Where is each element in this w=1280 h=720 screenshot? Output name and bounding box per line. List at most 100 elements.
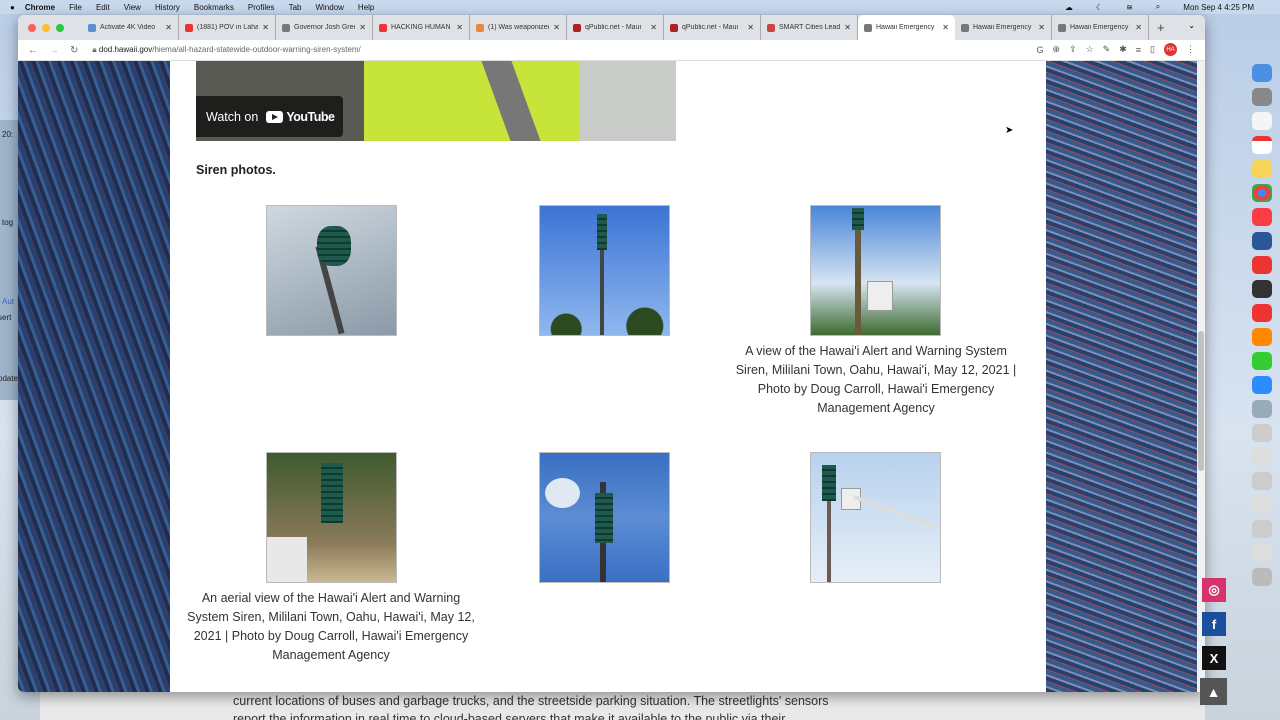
document-icon[interactable]	[1252, 472, 1272, 490]
tab-strip: Activate 4K Video ✕ (1881) POV in Lahaina ✕…	[18, 15, 1205, 40]
menu-file[interactable]: File	[69, 3, 82, 12]
zoom-button[interactable]	[56, 23, 64, 32]
tab[interactable]: Hawaii Emergency ✕	[955, 15, 1052, 40]
scrollbar-thumb[interactable]	[1198, 331, 1204, 471]
document-icon[interactable]	[1252, 424, 1272, 442]
new-tab-button[interactable]: +	[1157, 20, 1165, 35]
office-icon[interactable]	[1252, 328, 1272, 346]
menu-profiles[interactable]: Profiles	[248, 3, 275, 12]
word-icon[interactable]	[1252, 232, 1272, 250]
tab[interactable]: Governor Josh Green ✕	[276, 15, 373, 40]
cloud-icon[interactable]: ☁	[1065, 3, 1073, 12]
google-icon[interactable]: G	[1037, 45, 1044, 55]
back-to-top-button[interactable]: ▲	[1200, 678, 1227, 705]
menu-history[interactable]: History	[155, 3, 180, 12]
instagram-icon[interactable]: ◎	[1202, 578, 1226, 602]
trash-icon[interactable]	[1252, 568, 1272, 586]
document-icon[interactable]	[1252, 544, 1272, 562]
launchpad-icon[interactable]	[1252, 112, 1272, 130]
tab[interactable]: Hawaii Emergency ✕	[858, 15, 955, 40]
help-icon[interactable]	[1252, 400, 1272, 418]
x-twitter-icon[interactable]: X	[1202, 646, 1226, 670]
background-article-text: current locations of buses and garbage t…	[40, 692, 1205, 720]
menu-view[interactable]: View	[124, 3, 141, 12]
tab-close-icon[interactable]: ✕	[942, 23, 949, 32]
system-settings-icon[interactable]	[1252, 88, 1272, 106]
clock[interactable]: Mon Sep 4 4:25 PM	[1183, 3, 1254, 12]
tab-search-chevron-icon[interactable]: ⌄	[1188, 21, 1195, 30]
pdf-icon[interactable]	[1252, 256, 1272, 274]
siren-photo-5[interactable]	[539, 452, 670, 583]
close-window-button[interactable]	[28, 23, 36, 32]
facebook-icon[interactable]: f	[1202, 612, 1226, 636]
tab[interactable]: (1) Was weaponized ✕	[470, 15, 567, 40]
document-icon[interactable]	[1252, 520, 1272, 538]
tab[interactable]: Hawaii Emergency ✕	[1052, 15, 1149, 40]
finder-icon[interactable]	[1252, 64, 1272, 82]
zoom-icon[interactable]: ⊕	[1053, 44, 1061, 55]
social-links: ◎ f X	[1202, 578, 1226, 670]
tab-close-icon[interactable]: ✕	[747, 23, 754, 32]
tab[interactable]: qPublic.net - Maui ✕	[664, 15, 761, 40]
wifi-icon[interactable]: ≋	[1126, 3, 1133, 12]
menu-edit[interactable]: Edit	[96, 3, 110, 12]
minimize-button[interactable]	[42, 23, 50, 32]
tab-close-icon[interactable]: ✕	[456, 23, 463, 32]
document-icon[interactable]	[1252, 496, 1272, 514]
apple-icon[interactable]: ●	[10, 3, 15, 12]
profile-avatar[interactable]: HA	[1164, 43, 1177, 56]
chrome-icon[interactable]	[1252, 184, 1272, 202]
menu-bookmarks[interactable]: Bookmarks	[194, 3, 234, 12]
quicktime-icon[interactable]	[1252, 280, 1272, 298]
tab-close-icon[interactable]: ✕	[1038, 23, 1045, 32]
youtube-video-embed[interactable]: Watch on YouTube	[196, 61, 676, 141]
extensions-puzzle-icon[interactable]: ✱	[1119, 44, 1127, 55]
search-icon[interactable]: ⌕	[1156, 2, 1160, 12]
back-icon[interactable]: ←	[28, 45, 38, 56]
menu-kebab-icon[interactable]: ⋮	[1186, 44, 1195, 55]
siren-photo-3[interactable]	[810, 205, 941, 336]
menu-help[interactable]: Help	[358, 3, 374, 12]
tab-close-icon[interactable]: ✕	[844, 23, 851, 32]
notes-icon[interactable]	[1252, 160, 1272, 178]
tab-close-icon[interactable]: ✕	[262, 23, 269, 32]
bookmark-star-icon[interactable]: ☆	[1086, 44, 1094, 55]
reload-icon[interactable]: ↻	[70, 45, 78, 56]
moon-icon[interactable]: ☾	[1096, 3, 1103, 12]
menu-tab[interactable]: Tab	[289, 3, 302, 12]
tab[interactable]: SMART Cities Lead ✕	[761, 15, 858, 40]
tab-favicon-icon	[282, 23, 290, 32]
watch-label: Watch on	[206, 109, 259, 124]
tab-close-icon[interactable]: ✕	[1135, 23, 1142, 32]
tab-title: (1881) POV in Lahaina	[197, 24, 258, 31]
siren-photo-4[interactable]	[266, 452, 397, 583]
tab[interactable]: (1881) POV in Lahaina ✕	[179, 15, 276, 40]
siren-photo-6[interactable]	[810, 452, 941, 583]
menu-app[interactable]: Chrome	[25, 3, 55, 12]
calendar-icon[interactable]	[1252, 136, 1272, 154]
zoom-app-icon[interactable]	[1252, 376, 1272, 394]
document-icon[interactable]	[1252, 448, 1272, 466]
siren-photo-2[interactable]	[539, 205, 670, 336]
tab-close-icon[interactable]: ✕	[553, 23, 560, 32]
tab[interactable]: Activate 4K Video ✕	[82, 15, 179, 40]
side-panel-icon[interactable]: ▯	[1150, 44, 1155, 55]
tab-favicon-icon	[379, 23, 387, 32]
forward-icon[interactable]: →	[49, 45, 59, 56]
watch-on-youtube-button[interactable]: Watch on YouTube	[196, 96, 343, 137]
tab-close-icon[interactable]: ✕	[165, 23, 172, 32]
tab[interactable]: qPublic.net - Maui ✕	[567, 15, 664, 40]
screen-recorder-icon[interactable]	[1252, 304, 1272, 322]
music-icon[interactable]	[1252, 208, 1272, 226]
tab[interactable]: HACKING HUMAN ✕	[373, 15, 470, 40]
url-field[interactable]: 🔒︎ dod.hawaii.gov/hiema/all-hazard-state…	[92, 45, 360, 55]
tab-title: HACKING HUMAN	[391, 24, 451, 31]
tab-close-icon[interactable]: ✕	[650, 23, 657, 32]
messages-icon[interactable]	[1252, 352, 1272, 370]
reading-list-icon[interactable]: ≡	[1136, 45, 1141, 55]
share-icon[interactable]: ⇪	[1069, 44, 1077, 55]
siren-photo-1[interactable]	[266, 205, 397, 336]
pen-extension-icon[interactable]: ✎	[1103, 44, 1111, 55]
menu-window[interactable]: Window	[315, 3, 343, 12]
tab-close-icon[interactable]: ✕	[359, 23, 366, 32]
